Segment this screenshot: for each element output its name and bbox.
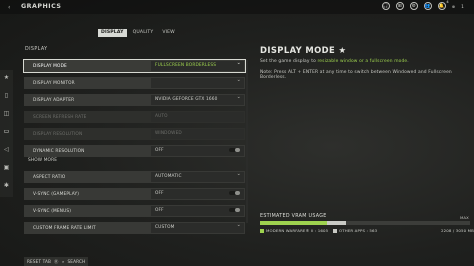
category-rail: ★ ▯ ◫ ▭ ◁ ▣ ✱ bbox=[0, 70, 13, 197]
vram-label: ESTIMATED VRAM USAGE bbox=[260, 214, 327, 219]
setting-value bbox=[151, 78, 244, 88]
info-title: DISPLAY MODE ★ bbox=[260, 45, 347, 55]
page-title: GRAPHICS bbox=[21, 3, 62, 10]
setting-refresh-rate: SCREEN REFRESH RATE AUTO bbox=[24, 111, 245, 123]
setting-dynamic-resolution[interactable]: DYNAMIC RESOLUTION OFF bbox=[24, 145, 245, 157]
setting-display-adapter[interactable]: DISPLAY ADAPTER NVIDIA GEFORCE GTX 1660 … bbox=[24, 94, 245, 106]
setting-label: V-SYNC (MENUS) bbox=[33, 208, 72, 214]
info-desc-highlight: resizable window or a fullscreen mode bbox=[317, 59, 408, 64]
setting-label: DISPLAY MONITOR bbox=[33, 80, 75, 86]
speaker-icon[interactable]: ◁ bbox=[3, 146, 10, 153]
info-note: Note: Press ALT + ENTER at any time to s… bbox=[260, 70, 452, 80]
vram-game-fill bbox=[260, 221, 328, 225]
legend-other-text: OTHER APPS : 563 bbox=[339, 228, 378, 233]
tab-view[interactable]: VIEW bbox=[159, 29, 178, 37]
toggle-switch[interactable] bbox=[229, 148, 240, 152]
legend-game-text: MODERN WARFARE® II : 1605 bbox=[266, 228, 329, 233]
setting-frame-rate-limit[interactable]: CUSTOM FRAME RATE LIMIT CUSTOM ⌄ bbox=[24, 222, 245, 234]
toggle-switch[interactable] bbox=[229, 191, 240, 195]
info-description: Set the game display to resizable window… bbox=[260, 59, 470, 64]
search-button[interactable]: ⌕ SEARCH bbox=[59, 257, 89, 266]
chevron-down-icon: ⌄ bbox=[236, 60, 241, 66]
setting-display-monitor[interactable]: DISPLAY MONITOR ⌄ bbox=[24, 77, 245, 89]
setting-label: ASPECT RATIO bbox=[33, 174, 66, 180]
reset-tab-label: RESET TAB bbox=[27, 259, 52, 264]
vram-total: 2208 / 3050 MB bbox=[441, 228, 474, 233]
setting-vsync-gameplay[interactable]: V-SYNC (GAMEPLAY) OFF bbox=[24, 188, 245, 200]
tab-quality[interactable]: QUALITY bbox=[130, 29, 157, 37]
friends-icon[interactable]: 👥 bbox=[423, 2, 432, 10]
rank-icon: ⊕ bbox=[451, 3, 456, 9]
setting-value: AUTOMATIC bbox=[151, 172, 244, 182]
chevron-down-icon: ⌄ bbox=[236, 94, 241, 100]
monitor-icon[interactable]: ▭ bbox=[3, 128, 10, 135]
setting-value: WINDOWED bbox=[151, 129, 244, 139]
notification-badge: 4 bbox=[446, 0, 449, 4]
chevron-down-icon: ⌄ bbox=[236, 77, 241, 83]
setting-value: FULLSCREEN BORDERLESS bbox=[151, 61, 244, 71]
vram-max-label: MAX bbox=[460, 215, 469, 220]
search-icon: ⌕ bbox=[62, 259, 65, 264]
setting-label: DYNAMIC RESOLUTION bbox=[33, 148, 85, 154]
rank-value: 1 bbox=[461, 3, 464, 9]
controller-icon[interactable]: ⊞ bbox=[395, 2, 404, 10]
legend-other: OTHER APPS : 563 bbox=[333, 228, 377, 233]
setting-vsync-menus[interactable]: V-SYNC (MENUS) OFF bbox=[24, 205, 245, 217]
legend-game: MODERN WARFARE® II : 1605 bbox=[260, 228, 328, 233]
mouse-icon[interactable]: ▯ bbox=[3, 92, 10, 99]
setting-label: DISPLAY RESOLUTION bbox=[33, 131, 83, 137]
settings-icon[interactable]: ⚙ bbox=[409, 2, 418, 10]
setting-label: CUSTOM FRAME RATE LIMIT bbox=[33, 225, 96, 231]
reset-key-icon: Ⓡ bbox=[54, 258, 59, 264]
sub-tabs: DISPLAY QUALITY VIEW bbox=[98, 29, 178, 37]
setting-value: AUTO bbox=[151, 112, 244, 122]
top-icons: 🎧 ⊞ ⚙ 👥 🔔 4 ⊕ 1 bbox=[381, 0, 464, 10]
section-header: DISPLAY bbox=[25, 47, 48, 52]
legend-swatch-other bbox=[333, 228, 337, 233]
headset-icon[interactable]: 🎧 bbox=[381, 2, 390, 10]
info-desc-end: . bbox=[407, 59, 409, 64]
notifications-icon[interactable]: 🔔 4 bbox=[437, 0, 449, 10]
star-icon[interactable]: ★ bbox=[3, 74, 10, 81]
setting-display-mode[interactable]: DISPLAY MODE FULLSCREEN BORDERLESS ⌄ bbox=[23, 59, 246, 73]
setting-display-resolution: DISPLAY RESOLUTION WINDOWED bbox=[24, 128, 245, 140]
setting-label: V-SYNC (GAMEPLAY) bbox=[33, 191, 80, 197]
top-bar: ‹ GRAPHICS 🎧 ⊞ ⚙ 👥 🔔 4 ⊕ 1 bbox=[0, 0, 474, 14]
chevron-down-icon: ⌄ bbox=[236, 171, 241, 177]
show-more-link[interactable]: SHOW MORE bbox=[28, 158, 57, 163]
setting-label: SCREEN REFRESH RATE bbox=[33, 114, 87, 120]
legend-swatch-game bbox=[260, 228, 264, 233]
network-icon[interactable]: ✱ bbox=[3, 182, 10, 189]
setting-label: DISPLAY ADAPTER bbox=[33, 97, 75, 103]
tab-display[interactable]: DISPLAY bbox=[98, 29, 127, 37]
account-icon[interactable]: ▣ bbox=[3, 164, 10, 171]
reset-tab-button[interactable]: RESET TAB Ⓡ bbox=[24, 257, 62, 266]
toggle-switch[interactable] bbox=[229, 208, 240, 212]
vram-other-fill bbox=[327, 221, 347, 225]
info-desc-text: Set the game display to bbox=[260, 59, 318, 64]
bell-glyph: 🔔 bbox=[438, 3, 445, 9]
setting-aspect-ratio[interactable]: ASPECT RATIO AUTOMATIC ⌄ bbox=[24, 171, 245, 183]
setting-label: DISPLAY MODE bbox=[33, 63, 67, 69]
gamepad-icon[interactable]: ◫ bbox=[3, 110, 10, 117]
settings-scrollbar[interactable] bbox=[246, 60, 248, 223]
search-label: SEARCH bbox=[67, 259, 86, 264]
setting-value: CUSTOM bbox=[151, 223, 244, 233]
vram-bar bbox=[260, 221, 470, 225]
back-arrow-icon[interactable]: ‹ bbox=[8, 4, 11, 11]
chevron-down-icon: ⌄ bbox=[236, 222, 241, 228]
setting-value: NVIDIA GEFORCE GTX 1660 bbox=[151, 95, 244, 105]
